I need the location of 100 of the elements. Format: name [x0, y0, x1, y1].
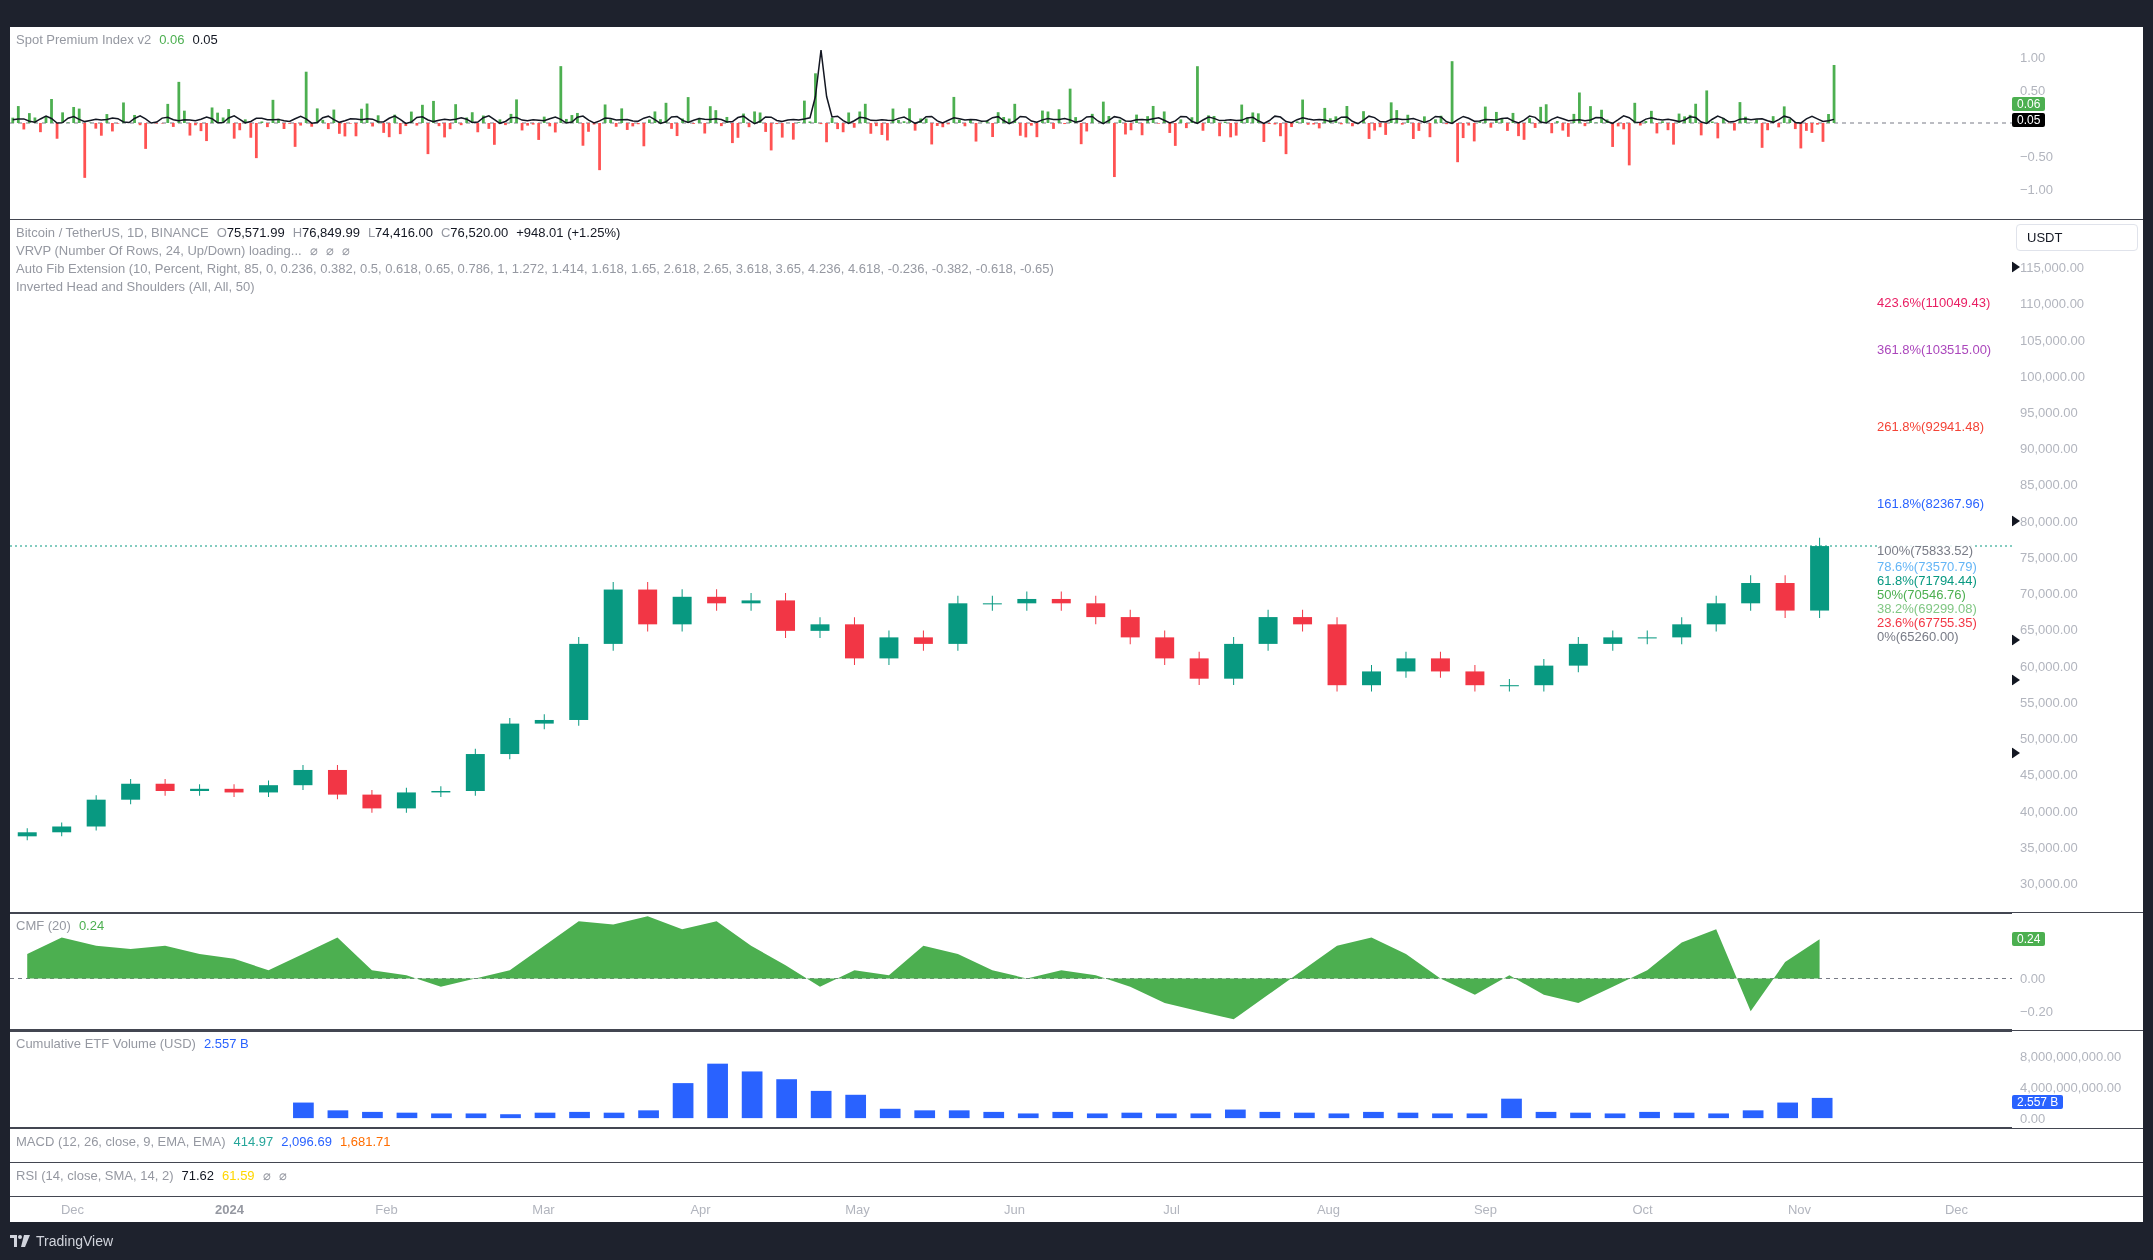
volume-bar — [1466, 1113, 1488, 1119]
volume-bar — [603, 1112, 625, 1119]
empty-value-symbol: ⌀ — [341, 243, 350, 258]
candle — [1051, 590, 1071, 612]
axis-tick-label: 30,000.00 — [2020, 875, 2078, 891]
candle — [1430, 651, 1450, 679]
volume-bar — [1121, 1112, 1143, 1119]
candle — [948, 595, 968, 652]
candle — [1120, 609, 1140, 645]
axis-tick-label: 75,000.00 — [2020, 549, 2078, 565]
time-axis-label: Apr — [689, 1202, 712, 1217]
axis-tick-label: 105,000.00 — [2020, 332, 2086, 348]
fib-level-label: 50%(70546.76) — [1877, 588, 1966, 603]
value-label: 2.557 B — [2012, 1094, 2064, 1109]
candle — [1672, 616, 1692, 645]
candle — [224, 783, 244, 798]
volume-bar — [396, 1112, 418, 1119]
indicator-value: 61.59 — [222, 1168, 255, 1183]
indicator-title: Inverted Head and Shoulders (All, All, 50) — [16, 279, 255, 294]
candle — [1017, 590, 1037, 612]
indicator-value: 2.557 B — [203, 1036, 249, 1051]
volume-bar — [569, 1111, 590, 1119]
currency-button[interactable]: USDT — [2016, 224, 2138, 251]
volume-bar — [1294, 1112, 1315, 1119]
indicator-title: Spot Premium Index v2 — [16, 32, 152, 47]
time-axis-label: Feb — [374, 1202, 399, 1217]
candle — [741, 592, 761, 612]
fib-level-label: 38.2%(69299.08) — [1877, 602, 1977, 617]
volume-bar — [465, 1113, 487, 1119]
time-axis-label: Aug — [1315, 1202, 1342, 1217]
volume-bar — [1742, 1110, 1764, 1119]
candle — [1293, 609, 1313, 632]
triangle-marker-icon — [2012, 261, 2020, 273]
volume-bar — [293, 1102, 314, 1119]
candle — [1189, 651, 1209, 686]
ohlc-value: H76,849.99 — [292, 225, 360, 240]
volume-bar — [1432, 1113, 1453, 1119]
fib-level-label: 23.6%(67755.35) — [1877, 616, 1977, 631]
time-axis-label: Nov — [1786, 1202, 1813, 1217]
axis-tick-label: 45,000.00 — [2020, 766, 2078, 782]
axis-tick-label: −1.00 — [2020, 181, 2053, 197]
price-change: +948.01 (+1.25%) — [516, 225, 621, 240]
triangle-marker-icon — [2012, 515, 2020, 527]
candle — [1362, 664, 1381, 692]
indicator-title: VRVP (Number Of Rows, 24, Up/Down) loading... — [16, 243, 302, 258]
volume-bar — [1639, 1111, 1660, 1119]
candle — [259, 779, 278, 798]
candle — [913, 629, 933, 652]
time-axis-label: May — [844, 1202, 871, 1217]
volume-bar — [1604, 1113, 1626, 1119]
fib-level-label: 100%(75833.52) — [1877, 543, 1974, 558]
axis-tick-label: 60,000.00 — [2020, 658, 2078, 674]
axis-tick-label: −0.50 — [2020, 148, 2053, 164]
volume-bar — [983, 1111, 1005, 1119]
axis-tick-label: 4,000,000,000.00 — [2020, 1079, 2122, 1095]
axis-tick-label: 90,000.00 — [2020, 440, 2078, 456]
candle — [776, 592, 795, 639]
candle — [1465, 664, 1485, 692]
candle — [396, 787, 416, 814]
candle — [810, 616, 830, 639]
value-label: 0.06 — [2012, 96, 2046, 111]
volume-bar — [1225, 1109, 1246, 1119]
candle — [1637, 629, 1657, 645]
axis-tick-label: 115,000.00 — [2020, 259, 2085, 275]
candle — [1534, 658, 1554, 692]
symbol-title: Bitcoin / TetherUS, 1D, BINANCE — [16, 225, 209, 240]
fib-level-label: 161.8%(82367.96) — [1877, 496, 1984, 511]
axis-tick-label: 80,000.00 — [2020, 513, 2078, 529]
fib-level-label: 423.6%(110049.43) — [1877, 295, 1991, 310]
candle — [1258, 609, 1278, 652]
volume-bar — [1052, 1111, 1074, 1119]
brand-name: TradingView — [36, 1233, 114, 1249]
volume-bar — [1190, 1113, 1212, 1119]
indicator-value: 414.97 — [233, 1134, 274, 1149]
volume-bar — [741, 1071, 763, 1119]
volume-bar — [914, 1110, 936, 1119]
candle — [190, 783, 210, 797]
time-axis-label: Sep — [1472, 1202, 1499, 1217]
time-axis-label: Jul — [1162, 1202, 1181, 1217]
candle — [638, 581, 658, 632]
candle — [1568, 636, 1588, 673]
axis-tick-label: 110,000.00 — [2020, 295, 2085, 311]
volume-bar — [500, 1114, 521, 1119]
indicator-value: 0.05 — [192, 32, 218, 47]
indicator-title: Auto Fib Extension (10, Percent, Right, 85, 0, 0.236, 0.382, 0.5, 0.618, 0.65, 0.786, 1, 1.272, 1.414, 1.618, 1.65, 2.618, 2.65, 3.618, 3.65, 4.236, 4.618, -0.236, -0.382, -0.618, -0.65) — [16, 261, 1054, 276]
ohlc-value: C76,520.00 — [440, 225, 509, 240]
axis-tick-label: 1.00 — [2020, 49, 2046, 65]
time-axis-label: Oct — [1631, 1202, 1654, 1217]
axis-tick-label: 0.00 — [2020, 970, 2046, 986]
volume-bar — [431, 1113, 452, 1119]
axis-tick-label: 55,000.00 — [2020, 694, 2078, 710]
candle — [327, 764, 347, 800]
volume-bar — [1155, 1113, 1177, 1119]
candle — [879, 629, 899, 666]
candle — [17, 827, 37, 841]
volume-bar — [1811, 1097, 1833, 1119]
indicator-value: 0.06 — [159, 32, 185, 47]
volume-bar — [948, 1110, 970, 1119]
volume-bar — [1259, 1111, 1281, 1119]
empty-value-symbol: ⌀ — [278, 1168, 287, 1183]
